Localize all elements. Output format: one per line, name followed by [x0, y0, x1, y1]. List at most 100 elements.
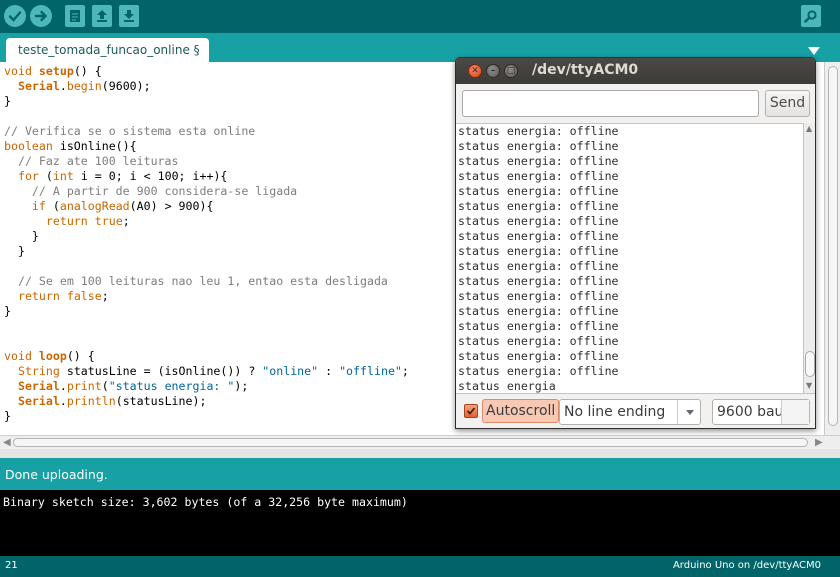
code-line: Serial.println(statusLine); — [4, 394, 409, 409]
serial-line: status energia: offline — [458, 139, 619, 153]
serial-line: status energia: offline — [458, 244, 619, 258]
code-line: for (int i = 0; i < 100; i++){ — [4, 169, 409, 184]
code-token: ( — [45, 199, 60, 213]
scroll-up-icon[interactable]: ▲ — [806, 124, 812, 133]
minimize-icon: – — [490, 66, 496, 76]
scroll-down-icon[interactable]: ▼ — [806, 381, 812, 390]
code-token: boolean — [4, 139, 60, 153]
code-token: "online" — [262, 364, 319, 378]
status-bar: Done uploading. — [0, 458, 840, 490]
code-token: (9600); — [101, 79, 151, 93]
line-ending-select[interactable]: No line ending — [559, 399, 701, 425]
new-file-icon — [70, 10, 80, 22]
code-line: } — [4, 94, 409, 109]
code-line: // Se em 100 leituras nao leu 1, entao e… — [4, 274, 409, 289]
code-token: ; — [401, 364, 409, 378]
upload-arrow-icon — [97, 10, 107, 22]
dropdown-arrow-icon — [781, 400, 809, 424]
code-token: print — [66, 379, 102, 393]
code-token: return — [17, 289, 60, 303]
code-line: Serial.begin(9600); — [4, 79, 409, 94]
verify-button[interactable] — [4, 5, 26, 27]
serial-line: status energia: offline — [458, 214, 619, 228]
serial-vertical-scrollbar[interactable]: ▲ ▼ — [803, 123, 815, 393]
scroll-thumb[interactable] — [805, 351, 815, 377]
autoscroll-checkbox[interactable] — [464, 404, 478, 418]
code-token: int — [52, 169, 74, 183]
serial-line: status energia: offline — [458, 199, 619, 213]
tab-sketch[interactable]: teste_tomada_funcao_online § — [6, 38, 209, 62]
code-token: (statusLine); — [115, 394, 207, 408]
code-line: } — [4, 304, 409, 319]
code-token: } — [4, 244, 25, 258]
baud-rate-select[interactable]: 9600 baud — [712, 399, 810, 425]
scroll-right-icon[interactable]: ▶ — [815, 437, 823, 448]
code-token: void — [4, 64, 39, 78]
scroll-thumb[interactable] — [828, 66, 838, 426]
code-token: "offline" — [339, 364, 402, 378]
code-line: } — [4, 229, 409, 244]
close-icon: ✕ — [471, 66, 479, 76]
serial-lines: status energia: offline status energia: o… — [458, 124, 619, 393]
code-token: loop — [38, 349, 67, 363]
open-button[interactable] — [92, 5, 112, 27]
code-line: Serial.print("status energia: "); — [4, 379, 409, 394]
code-token: for — [17, 169, 39, 183]
window-title: /dev/ttyACM0 — [532, 62, 639, 78]
code-token: } — [4, 229, 39, 243]
check-icon — [466, 407, 476, 415]
window-titlebar[interactable]: ✕ – □ /dev/ttyACM0 — [456, 58, 815, 84]
code-token: i = 0; i < 100; i++){ — [73, 169, 228, 183]
arrow-right-icon — [34, 10, 48, 22]
new-button[interactable] — [65, 5, 85, 27]
autoscroll-label[interactable]: Autoscroll — [482, 399, 560, 423]
serial-line: status energia: offline — [458, 304, 619, 318]
code-token: () { — [73, 64, 102, 78]
serial-options-bar: Autoscroll No line ending 9600 baud — [456, 393, 815, 428]
code-token: ( — [101, 379, 109, 393]
code-token: "status energia: " — [108, 379, 235, 393]
code-token: // Verifica se o sistema esta online — [4, 124, 256, 138]
check-icon — [8, 11, 22, 22]
code-line: boolean isOnline(){ — [4, 139, 409, 154]
maximize-button[interactable]: □ — [504, 64, 518, 78]
code-token: Serial — [17, 379, 60, 393]
serial-line: status energia: offline — [458, 229, 619, 243]
save-button[interactable] — [119, 5, 139, 27]
serial-monitor-button[interactable] — [801, 5, 821, 27]
maximize-icon: □ — [506, 66, 516, 76]
editor-horizontal-scrollbar[interactable]: ◀ ▶ — [0, 435, 840, 449]
serial-line: status energia: offline — [458, 259, 619, 273]
upload-button[interactable] — [30, 5, 52, 27]
minimize-button[interactable]: – — [486, 64, 500, 78]
toolbar — [0, 0, 840, 33]
code-token: Serial — [17, 394, 60, 408]
serial-input-field[interactable] — [462, 90, 759, 117]
code-token: statusLine = (isOnline()) ? — [59, 364, 263, 378]
console-text: Binary sketch size: 3,602 bytes (of a 32… — [3, 495, 408, 509]
pane-splitter[interactable] — [0, 449, 840, 458]
scroll-thumb[interactable] — [13, 438, 808, 447]
serial-line: status energia: offline — [458, 334, 619, 348]
close-button[interactable]: ✕ — [468, 64, 482, 78]
serial-line: status energia: offline — [458, 124, 619, 138]
scroll-left-icon[interactable]: ◀ — [3, 437, 11, 448]
send-button[interactable]: Send — [765, 90, 810, 117]
tab-menu-button[interactable] — [806, 42, 822, 55]
editor-vertical-scrollbar[interactable] — [824, 62, 840, 435]
code-token: // A partir de 900 considera-se ligada — [4, 184, 298, 198]
serial-line: status energia: offline — [458, 274, 619, 288]
code-token: // Se em 100 leituras nao leu 1, entao e… — [4, 274, 388, 288]
code-line: if (analogRead(A0) > 900){ — [4, 199, 409, 214]
code-line: } — [4, 409, 409, 424]
